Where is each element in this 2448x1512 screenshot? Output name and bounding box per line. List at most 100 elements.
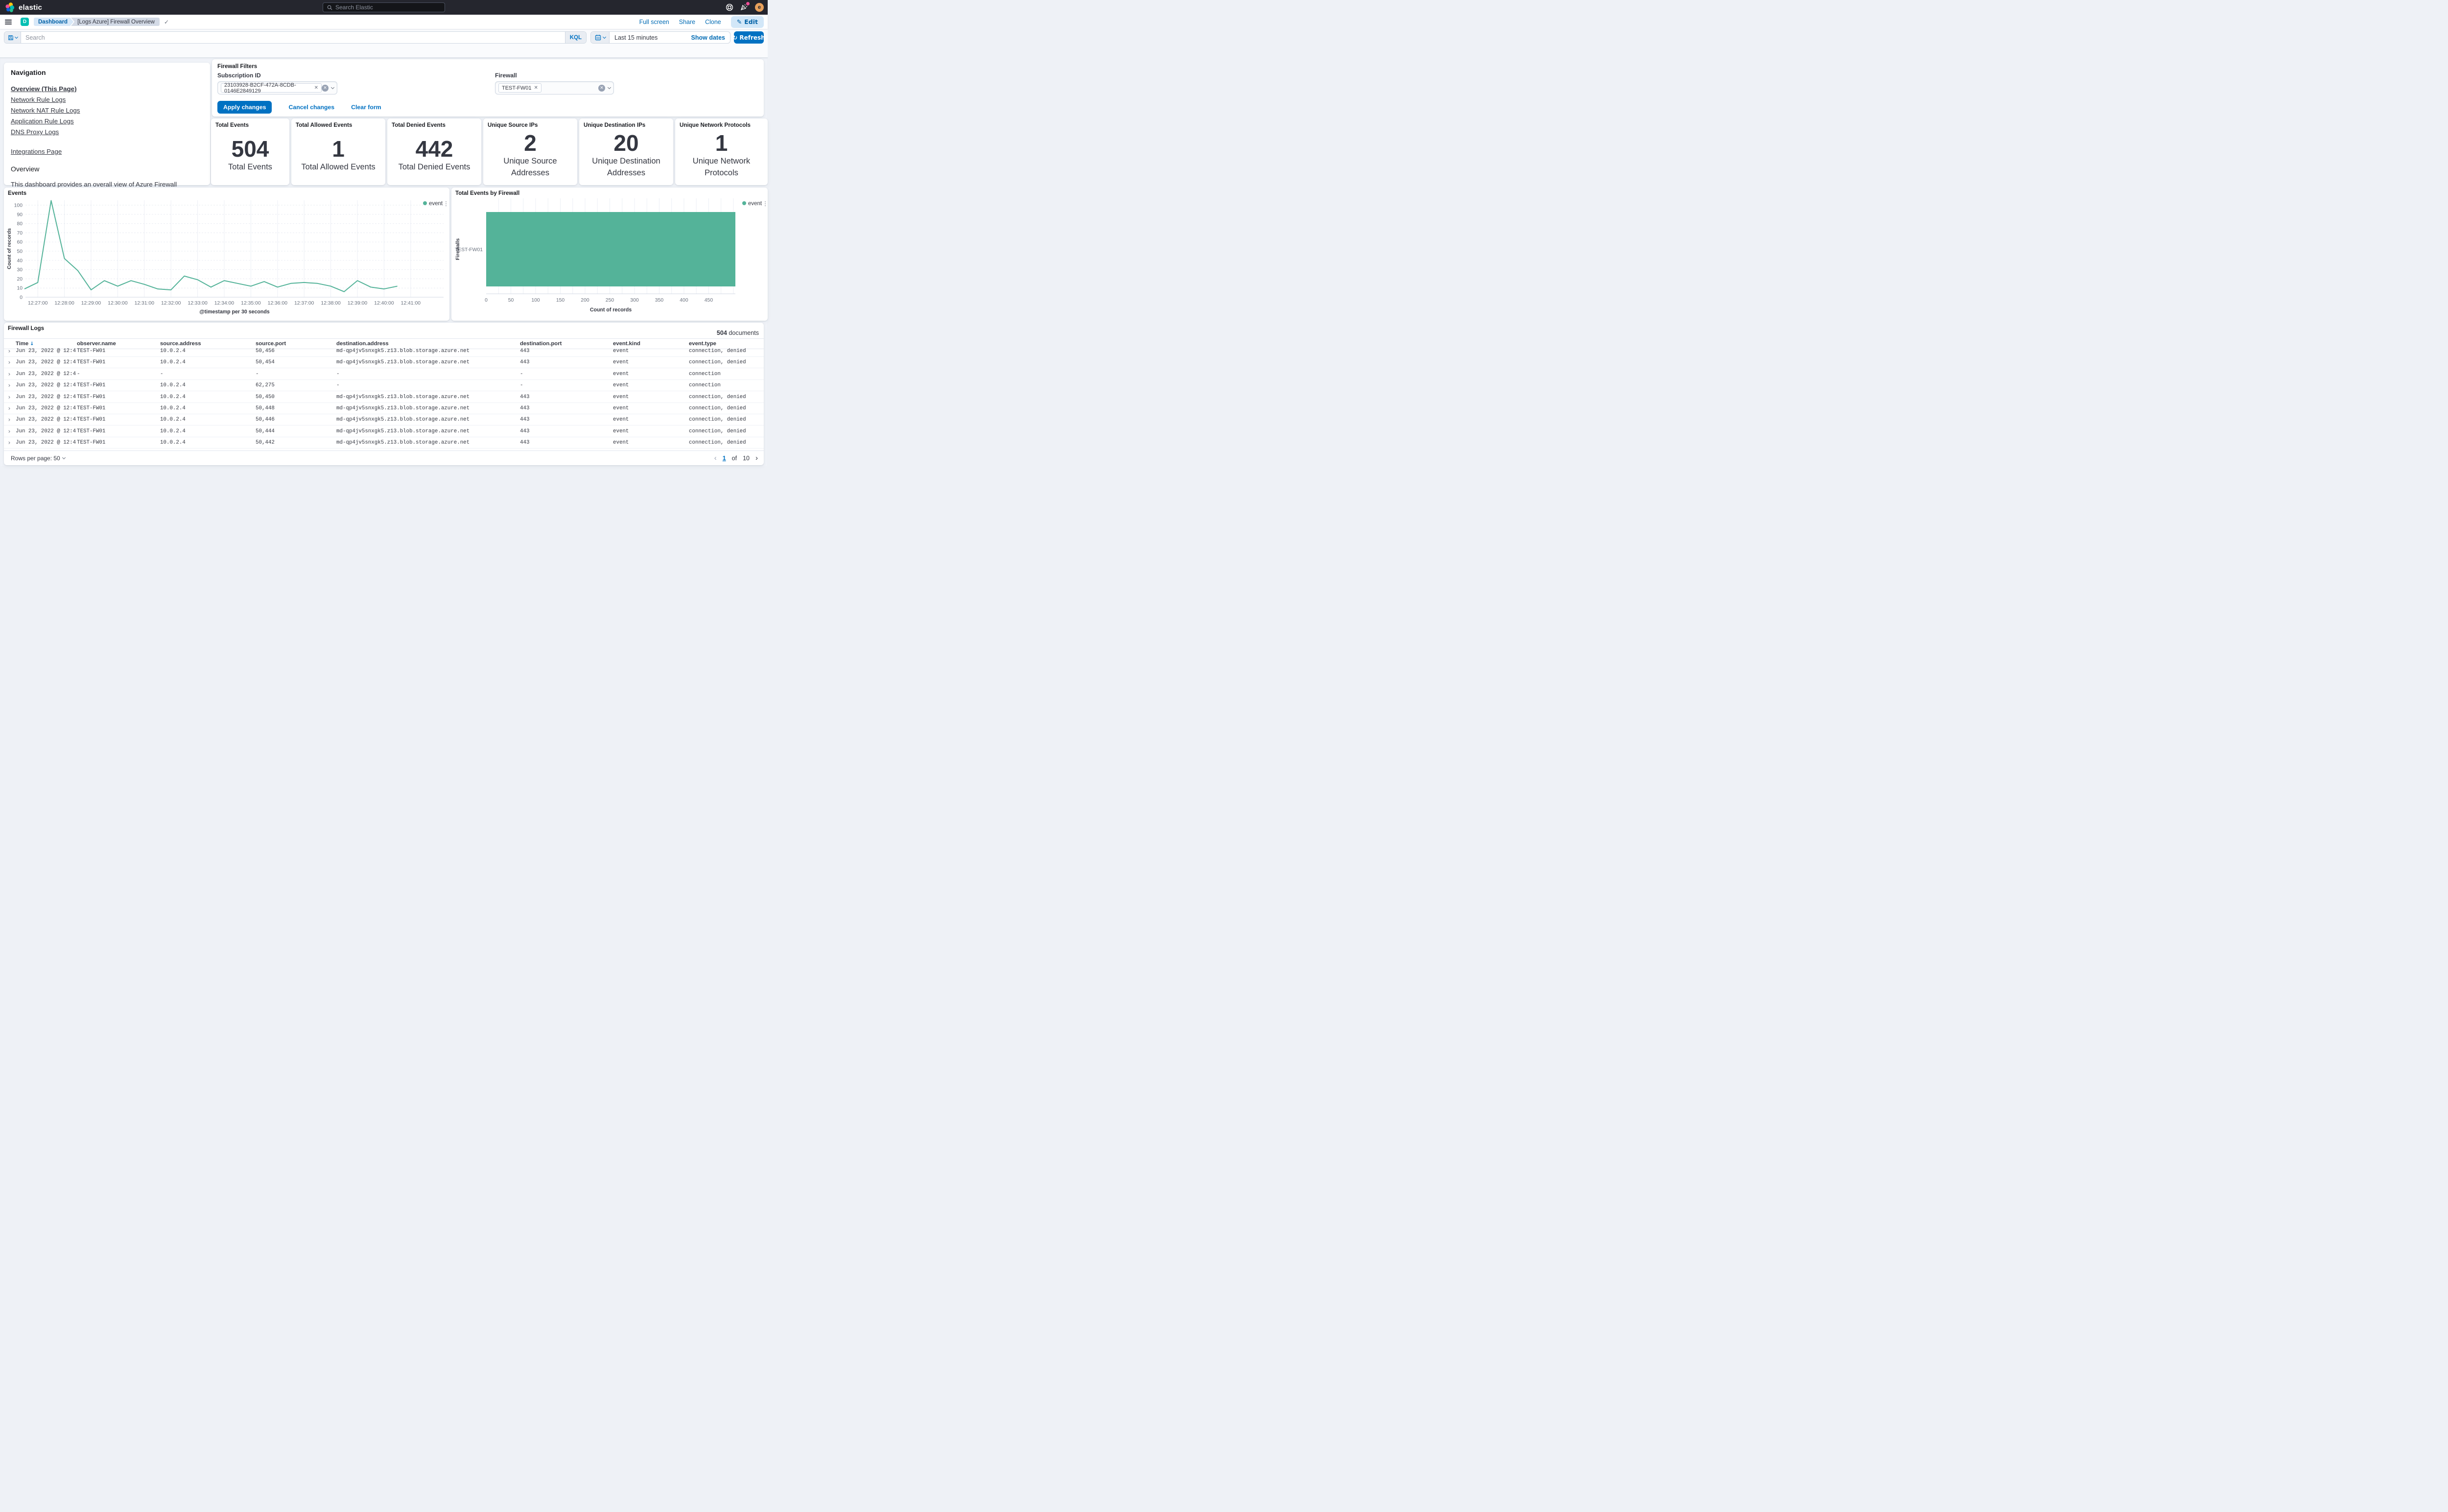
metric-title: Total Allowed Events (291, 118, 385, 128)
subscription-id-chip[interactable]: 23103928-B2CF-472A-8CDB-0146E2849129✕ (221, 83, 322, 93)
table-cell: 62,275 (255, 380, 335, 391)
table-cell: TEST-FW01 (76, 414, 159, 425)
kql-badge[interactable]: KQL (565, 32, 586, 43)
svg-text:Firewalls: Firewalls (455, 238, 461, 260)
table-cell: 10.0.2.4 (159, 414, 255, 425)
firewall-bar-chart[interactable]: 050100150200250300350400450TEST-FW01Fire… (451, 188, 768, 321)
metric-label: Unique Destination Addresses (586, 156, 667, 179)
elastic-logo[interactable]: elastic (5, 2, 42, 13)
date-quick-select-button[interactable] (591, 32, 610, 43)
apply-changes-button[interactable]: Apply changes (217, 101, 272, 114)
global-search-input[interactable]: Search Elastic (323, 2, 445, 12)
svg-text:12:36:00: 12:36:00 (268, 301, 288, 306)
table-row-6: ›Jun 23, 2022 @ 12:40:35.907TEST-FW0110.… (4, 414, 764, 425)
previous-page-icon[interactable]: ‹ (714, 454, 717, 462)
nav-link-2[interactable]: Network NAT Rule Logs (11, 107, 203, 114)
svg-text:400: 400 (680, 298, 688, 303)
firewall-chip[interactable]: TEST-FW01✕ (498, 83, 541, 93)
table-cell: md-qp4jv5snxgk5.z13.blob.storage.azure.n… (335, 403, 519, 414)
metric-panel-3: Unique Source IPs2Unique Source Addresse… (483, 118, 577, 185)
svg-text:12:29:00: 12:29:00 (81, 301, 101, 306)
elastic-logo-icon (5, 2, 16, 13)
table-cell: 10.0.2.4 (159, 437, 255, 448)
show-dates-button[interactable]: Show dates (691, 34, 725, 41)
table-cell: event (612, 346, 688, 356)
saved-query-menu-button[interactable] (4, 32, 21, 43)
nav-link-1[interactable]: Network Rule Logs (11, 96, 203, 103)
svg-text:0: 0 (485, 298, 488, 303)
subscription-id-combobox[interactable]: 23103928-B2CF-472A-8CDB-0146E2849129✕ ✕ (217, 81, 337, 94)
remove-chip-icon[interactable]: ✕ (534, 85, 538, 91)
nav-link-4[interactable]: DNS Proxy Logs (11, 128, 203, 136)
save-icon (8, 35, 14, 41)
table-cell: - (76, 369, 159, 379)
share-button[interactable]: Share (679, 19, 695, 25)
metric-title: Total Denied Events (387, 118, 481, 128)
table-cell: - (335, 380, 519, 391)
kql-search-input[interactable]: Search KQL (4, 31, 587, 44)
svg-text:100: 100 (531, 298, 540, 303)
full-screen-button[interactable]: Full screen (639, 19, 669, 25)
nav-link-0[interactable]: Overview (This Page) (11, 85, 203, 93)
svg-text:12:27:00: 12:27:00 (28, 301, 48, 306)
remove-chip-icon[interactable]: ✕ (314, 85, 318, 91)
date-picker[interactable]: Last 15 minutes Show dates (590, 31, 730, 44)
breadcrumb-dashboard[interactable]: Dashboard (34, 18, 73, 26)
next-page-icon[interactable]: › (755, 454, 758, 462)
expand-row-icon[interactable]: › (4, 357, 15, 368)
table-cell: Jun 23, 2022 @ 12:40:40.923 (15, 392, 76, 402)
expand-row-icon[interactable]: › (4, 369, 15, 379)
clear-form-button[interactable]: Clear form (351, 104, 381, 111)
expand-row-icon[interactable]: › (4, 346, 15, 356)
clear-selection-icon[interactable]: ✕ (598, 85, 605, 92)
svg-text:@timestamp per 30 seconds: @timestamp per 30 seconds (199, 309, 270, 315)
table-row-0: ›Jun 23, 2022 @ 12:40:55.925TEST-FW0110.… (4, 346, 764, 357)
chevron-down-icon (331, 85, 334, 89)
avatar[interactable]: e (755, 3, 764, 12)
svg-text:12:41:00: 12:41:00 (401, 301, 421, 306)
legend-dot (742, 201, 746, 205)
metric-label: Total Events (228, 162, 272, 173)
expand-row-icon[interactable]: › (4, 392, 15, 402)
clone-button[interactable]: Clone (705, 19, 721, 25)
overview-heading: Overview (11, 165, 203, 173)
table-cell: md-qp4jv5snxgk5.z13.blob.storage.azure.n… (335, 392, 519, 402)
svg-text:12:35:00: 12:35:00 (241, 301, 261, 306)
refresh-button[interactable]: ↻Refresh (734, 31, 764, 44)
calendar-icon (595, 34, 601, 41)
table-cell: Jun 23, 2022 @ 12:40:41.960 (15, 369, 76, 379)
table-cell: connection (688, 380, 764, 391)
chevron-down-icon (608, 85, 611, 89)
rows-per-page-button[interactable]: Rows per page: 50 (11, 455, 65, 462)
events-line-chart[interactable]: 12:27:0012:28:0012:29:0012:30:0012:31:00… (4, 188, 449, 321)
menu-icon[interactable] (5, 20, 12, 24)
table-cell: Jun 23, 2022 @ 12:40:30.891 (15, 437, 76, 448)
metric-title: Unique Destination IPs (579, 118, 673, 128)
document-count: 504 documents (717, 330, 759, 336)
expand-row-icon[interactable]: › (4, 380, 15, 391)
metric-label: Total Denied Events (399, 162, 471, 173)
dashboard-app-badge[interactable]: D (21, 18, 29, 26)
clear-selection-icon[interactable]: ✕ (322, 85, 329, 92)
svg-text:12:30:00: 12:30:00 (108, 301, 128, 306)
svg-text:90: 90 (17, 212, 23, 217)
firewall-combobox[interactable]: TEST-FW01✕ ✕ (495, 81, 614, 94)
expand-row-icon[interactable]: › (4, 403, 15, 414)
edit-button[interactable]: ✎Edit (731, 16, 764, 28)
help-icon[interactable] (726, 3, 733, 11)
svg-text:0: 0 (20, 295, 23, 301)
saved-check-icon: ✓ (164, 19, 169, 25)
expand-row-icon[interactable]: › (4, 426, 15, 437)
cancel-changes-button[interactable]: Cancel changes (288, 104, 334, 111)
metric-title: Unique Source IPs (483, 118, 577, 128)
current-page-button[interactable]: 1 (723, 455, 726, 462)
svg-text:70: 70 (17, 231, 23, 236)
svg-text:12:33:00: 12:33:00 (188, 301, 208, 306)
expand-row-icon[interactable]: › (4, 414, 15, 425)
nav-link-integrations[interactable]: Integrations Page (11, 148, 203, 155)
time-range-value[interactable]: Last 15 minutes (614, 34, 691, 41)
table-cell: 10.0.2.4 (159, 346, 255, 356)
expand-row-icon[interactable]: › (4, 437, 15, 448)
nav-link-3[interactable]: Application Rule Logs (11, 118, 203, 125)
table-cell: TEST-FW01 (76, 426, 159, 437)
